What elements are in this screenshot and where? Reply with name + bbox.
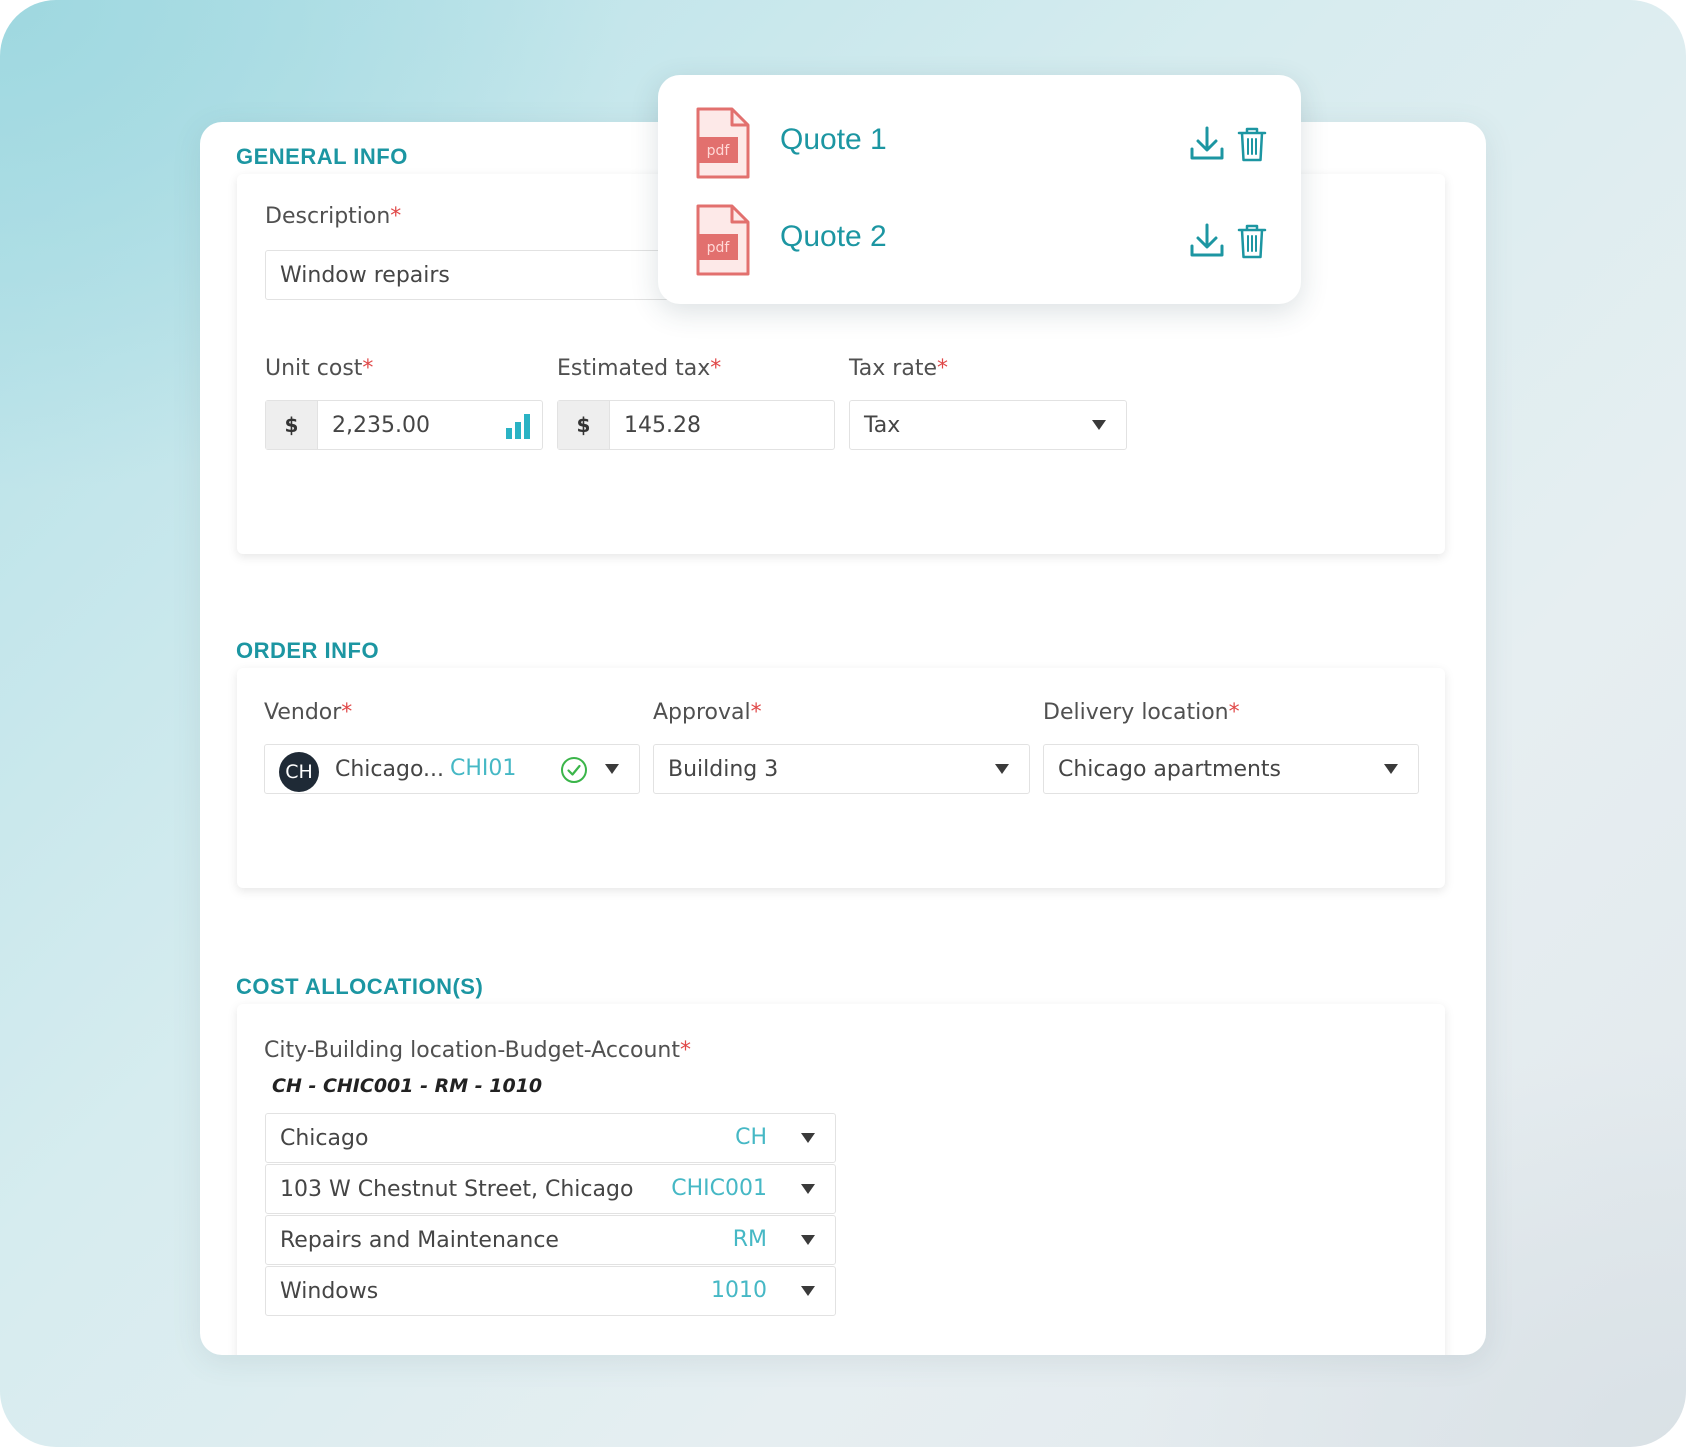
allocation-code: 1010 [711, 1278, 767, 1303]
delivery-location-select[interactable]: Chicago apartments [1043, 744, 1419, 794]
trash-icon[interactable] [1236, 222, 1272, 260]
allocation-code: RM [732, 1227, 767, 1252]
chevron-down-icon [605, 764, 619, 774]
vendor-code: CHI01 [450, 756, 517, 781]
unit-cost-label: Unit cost* [265, 356, 374, 381]
cost-allocation-label: City-Building location-Budget-Account* [264, 1038, 691, 1063]
tax-rate-select[interactable]: Tax [849, 400, 1127, 450]
check-circle-icon [560, 756, 588, 784]
unit-cost-input[interactable]: $ 2,235.00 [265, 400, 543, 450]
vendor-select[interactable]: CH Chicago... CHI01 [264, 744, 640, 794]
description-label: Description* [265, 204, 402, 229]
svg-text:pdf: pdf [707, 143, 731, 159]
attachment-row[interactable]: pdf Quote 1 [658, 105, 1301, 185]
currency-prefix: $ [558, 401, 610, 449]
tax-rate-label: Tax rate* [849, 356, 948, 381]
section-title-general-info: GENERAL INFO [236, 144, 408, 169]
attachments-popup: pdf Quote 1 pdf Quote 2 [658, 75, 1301, 304]
chevron-down-icon [801, 1133, 815, 1143]
allocation-code: CHIC001 [671, 1176, 767, 1201]
allocation-budget-select[interactable]: Repairs and Maintenance RM [265, 1215, 836, 1265]
download-icon[interactable] [1189, 222, 1225, 260]
allocation-account-select[interactable]: Windows 1010 [265, 1266, 836, 1316]
approval-label: Approval* [653, 700, 762, 725]
chevron-down-icon [1092, 420, 1106, 430]
bar-chart-icon[interactable] [504, 412, 534, 440]
chevron-down-icon [801, 1184, 815, 1194]
order-info-panel: Vendor* CH Chicago... CHI01 Approval* Bu… [237, 668, 1445, 888]
chevron-down-icon [801, 1235, 815, 1245]
chevron-down-icon [801, 1286, 815, 1296]
attachment-name[interactable]: Quote 2 [780, 220, 887, 254]
approval-select[interactable]: Building 3 [653, 744, 1030, 794]
estimated-tax-label: Estimated tax* [557, 356, 722, 381]
delivery-location-label: Delivery location* [1043, 700, 1240, 725]
currency-prefix: $ [266, 401, 318, 449]
svg-text:pdf: pdf [707, 240, 731, 256]
trash-icon[interactable] [1236, 125, 1272, 163]
allocation-building-select[interactable]: 103 W Chestnut Street, Chicago CHIC001 [265, 1164, 836, 1214]
chevron-down-icon [1384, 764, 1398, 774]
section-title-order-info: ORDER INFO [236, 638, 380, 663]
estimated-tax-input[interactable]: $ 145.28 [557, 400, 835, 450]
pdf-icon: pdf [694, 204, 750, 276]
vendor-avatar: CH [279, 752, 319, 792]
download-icon[interactable] [1189, 125, 1225, 163]
attachment-name[interactable]: Quote 1 [780, 123, 887, 157]
chevron-down-icon [995, 764, 1009, 774]
allocation-path: CH - CHIC001 - RM - 1010 [272, 1075, 543, 1097]
allocation-city-select[interactable]: Chicago CH [265, 1113, 836, 1163]
allocation-code: CH [735, 1125, 767, 1150]
section-title-cost-allocation: COST ALLOCATION(S) [236, 974, 484, 999]
attachment-row[interactable]: pdf Quote 2 [658, 202, 1301, 282]
vendor-label: Vendor* [264, 700, 353, 725]
pdf-icon: pdf [694, 107, 750, 179]
